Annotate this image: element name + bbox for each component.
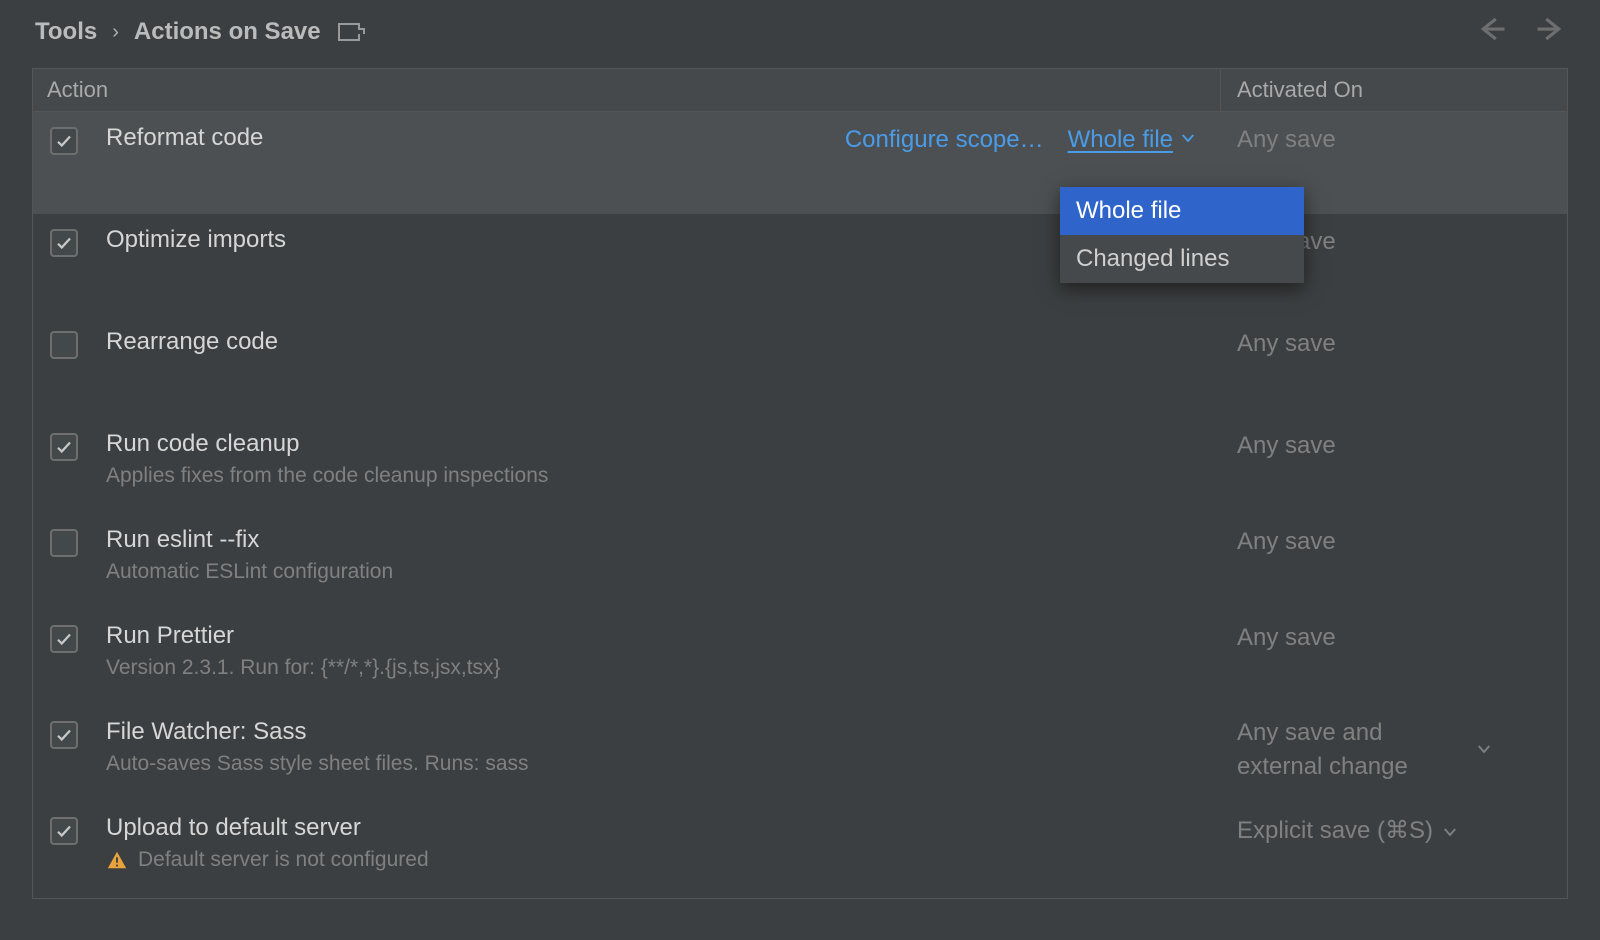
breadcrumb-root[interactable]: Tools bbox=[35, 18, 97, 46]
checkbox[interactable] bbox=[50, 817, 78, 845]
table-header: Action Activated On bbox=[33, 69, 1567, 112]
action-label: Upload to default server bbox=[106, 814, 1201, 842]
nav-arrows bbox=[1477, 14, 1565, 50]
action-label: Run Prettier bbox=[106, 622, 1201, 650]
chevron-down-icon bbox=[1441, 816, 1459, 848]
activated-on: Any save bbox=[1221, 316, 1567, 358]
activated-on: Any save bbox=[1221, 610, 1567, 652]
activated-on: Any save bbox=[1221, 418, 1567, 460]
scope-dropdown-menu: Whole file Changed lines bbox=[1060, 187, 1304, 283]
action-subtitle: Default server is not configured bbox=[106, 848, 1201, 872]
checkbox[interactable] bbox=[50, 229, 78, 257]
dropdown-item-whole-file[interactable]: Whole file bbox=[1060, 187, 1304, 235]
chevron-down-icon bbox=[1475, 716, 1493, 768]
table-row[interactable]: Run eslint --fix Automatic ESLint config… bbox=[33, 514, 1567, 610]
action-subtitle: Applies fixes from the code cleanup insp… bbox=[106, 464, 1201, 488]
checkbox[interactable] bbox=[50, 433, 78, 461]
action-label: File Watcher: Sass bbox=[106, 718, 1201, 746]
activated-on-dropdown[interactable]: Explicit save (⌘S) bbox=[1221, 802, 1567, 848]
table-row[interactable]: Upload to default server Default server … bbox=[33, 802, 1567, 898]
forward-icon[interactable] bbox=[1535, 14, 1565, 50]
action-subtitle: Auto-saves Sass style sheet files. Runs:… bbox=[106, 752, 1201, 776]
action-subtitle: Automatic ESLint configuration bbox=[106, 560, 1201, 584]
action-label: Rearrange code bbox=[106, 328, 1201, 356]
table-row[interactable]: Optimize imports Any save bbox=[33, 214, 1567, 316]
action-label: Optimize imports bbox=[106, 226, 1201, 254]
action-subtitle: Version 2.3.1. Run for: {**/*,*}.{js,ts,… bbox=[106, 656, 1201, 680]
breadcrumb-separator: › bbox=[112, 21, 119, 44]
breadcrumb: Tools › Actions on Save bbox=[0, 0, 1600, 68]
scope-dropdown[interactable]: Whole file bbox=[1068, 126, 1197, 154]
reset-icon[interactable] bbox=[338, 23, 360, 41]
checkbox[interactable] bbox=[50, 127, 78, 155]
action-label: Reformat code bbox=[106, 124, 825, 152]
checkbox[interactable] bbox=[50, 625, 78, 653]
chevron-down-icon bbox=[1179, 127, 1197, 153]
action-label: Run code cleanup bbox=[106, 430, 1201, 458]
checkbox[interactable] bbox=[50, 529, 78, 557]
warning-icon bbox=[106, 849, 128, 871]
table-row[interactable]: File Watcher: Sass Auto-saves Sass style… bbox=[33, 706, 1567, 802]
table-row[interactable]: Run code cleanup Applies fixes from the … bbox=[33, 418, 1567, 514]
configure-scope-link[interactable]: Configure scope… bbox=[845, 126, 1044, 154]
table-body: Reformat code Configure scope… Whole fil… bbox=[33, 112, 1567, 898]
checkbox[interactable] bbox=[50, 721, 78, 749]
checkbox[interactable] bbox=[50, 331, 78, 359]
table-row[interactable]: Run Prettier Version 2.3.1. Run for: {**… bbox=[33, 610, 1567, 706]
activated-on: Any save bbox=[1221, 112, 1567, 154]
column-activated-header[interactable]: Activated On bbox=[1220, 69, 1567, 111]
activated-on: Any save bbox=[1221, 514, 1567, 556]
table-row[interactable]: Rearrange code Any save bbox=[33, 316, 1567, 418]
action-label: Run eslint --fix bbox=[106, 526, 1201, 554]
column-action-header[interactable]: Action bbox=[33, 77, 1220, 103]
actions-table: Action Activated On Reformat code Config… bbox=[32, 68, 1568, 899]
scope-value: Whole file bbox=[1068, 126, 1173, 154]
table-row[interactable]: Reformat code Configure scope… Whole fil… bbox=[33, 112, 1567, 214]
activated-on-dropdown[interactable]: Any save and external change bbox=[1221, 706, 1567, 783]
breadcrumb-title: Actions on Save bbox=[134, 18, 321, 46]
dropdown-item-changed-lines[interactable]: Changed lines bbox=[1060, 235, 1304, 283]
back-icon[interactable] bbox=[1477, 14, 1507, 50]
